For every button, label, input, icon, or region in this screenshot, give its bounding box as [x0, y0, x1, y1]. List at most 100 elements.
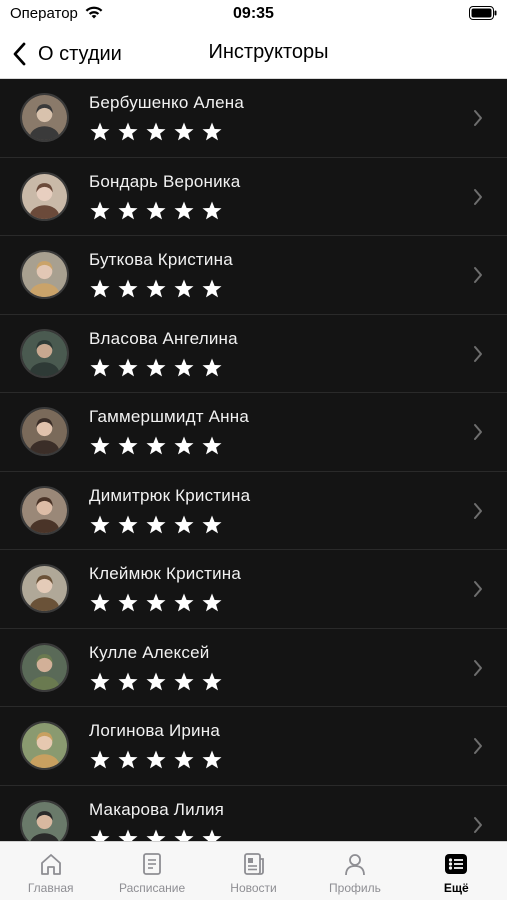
- instructor-row[interactable]: Клеймюк Кристина: [0, 550, 507, 629]
- star-filled-icon: [174, 515, 194, 533]
- star-filled-icon: [202, 122, 222, 141]
- star-filled-icon: [90, 672, 110, 690]
- instructor-row[interactable]: Логинова Ирина: [0, 707, 507, 786]
- star-filled-icon: [146, 593, 166, 612]
- avatar: [20, 250, 69, 299]
- rating-stars: [89, 592, 223, 614]
- rating-stars: [89, 514, 223, 536]
- star-filled-icon: [202, 515, 222, 533]
- star-filled-icon: [90, 829, 110, 841]
- tab-label: Новости: [230, 881, 277, 895]
- star-filled-icon: [90, 122, 110, 141]
- star-filled-icon: [118, 358, 138, 376]
- home-icon: [40, 854, 61, 875]
- tab-label: Главная: [27, 881, 74, 895]
- star-filled-icon: [118, 750, 138, 769]
- star-filled-icon: [202, 829, 222, 841]
- star-filled-icon: [118, 515, 138, 533]
- star-filled-icon: [146, 515, 166, 533]
- star-filled-icon: [146, 358, 166, 376]
- tab-schedule[interactable]: Расписание: [101, 842, 202, 900]
- instructor-row[interactable]: Бондарь Вероника: [0, 158, 507, 236]
- star-filled-icon: [90, 515, 110, 533]
- star-filled-icon: [174, 750, 194, 769]
- instructor-name: Клеймюк Кристина: [89, 564, 242, 583]
- star-filled-icon: [202, 358, 222, 376]
- avatar: [20, 328, 69, 378]
- avatar: [20, 564, 69, 613]
- instructor-name: Бондарь Вероника: [89, 171, 241, 191]
- instructor-name: Буткова Кристина: [89, 250, 233, 269]
- star-filled-icon: [174, 279, 194, 298]
- nav-title-wrap: Инструкторы: [0, 41, 507, 64]
- tab-news[interactable]: Новости: [203, 842, 304, 900]
- star-filled-icon: [146, 122, 166, 141]
- avatar: [20, 485, 69, 535]
- star-filled-icon: [146, 829, 166, 841]
- rating-stars: [89, 749, 223, 771]
- star-filled-icon: [174, 829, 194, 841]
- chevron-right-icon: [474, 110, 482, 126]
- instructor-row[interactable]: Буткова Кристина: [0, 236, 507, 315]
- page-title: Инструкторы: [208, 41, 329, 63]
- star-filled-icon: [146, 672, 166, 690]
- star-filled-icon: [90, 593, 110, 612]
- star-filled-icon: [202, 672, 222, 690]
- instructor-row[interactable]: Гаммершмидт Анна: [0, 393, 507, 472]
- chevron-right-icon: [474, 659, 482, 676]
- star-filled-icon: [202, 593, 222, 612]
- avatar: [20, 799, 69, 841]
- profile-icon: [345, 854, 365, 876]
- star-filled-icon: [146, 750, 166, 769]
- chevron-right-icon: [474, 816, 482, 833]
- instructor-name: Бербушенко Алена: [89, 93, 244, 112]
- star-filled-icon: [118, 672, 138, 690]
- tab-label: Профиль: [329, 881, 381, 895]
- tab-profile[interactable]: Профиль: [304, 842, 405, 900]
- star-filled-icon: [174, 672, 194, 690]
- navigation-bar: О студии Инструкторы: [0, 30, 507, 79]
- tab-more-list[interactable]: Ещё: [406, 842, 507, 900]
- instructor-name: Гаммершмидт Анна: [89, 407, 250, 426]
- star-filled-icon: [202, 201, 222, 219]
- star-filled-icon: [174, 436, 194, 455]
- instructor-row[interactable]: Макарова Лилия: [0, 786, 507, 841]
- star-filled-icon: [202, 750, 222, 769]
- chevron-right-icon: [474, 581, 482, 597]
- star-filled-icon: [90, 201, 110, 219]
- chevron-right-icon: [474, 502, 482, 519]
- star-filled-icon: [118, 201, 138, 219]
- avatar: [20, 93, 69, 142]
- tab-bar: Главная Расписание Новости Профиль Ещё: [0, 841, 507, 900]
- tab-label: Расписание: [119, 881, 186, 895]
- instructor-row[interactable]: Димитрюк Кристина: [0, 472, 507, 550]
- rating-stars: [89, 671, 223, 693]
- instructor-row[interactable]: Кулле Алексей: [0, 629, 507, 707]
- star-filled-icon: [118, 829, 138, 841]
- star-filled-icon: [174, 201, 194, 219]
- tab-label: Ещё: [443, 881, 469, 895]
- star-filled-icon: [174, 358, 194, 376]
- rating-stars: [89, 828, 223, 841]
- status-time: 09:35: [233, 5, 274, 22]
- rating-stars: [89, 121, 223, 143]
- rating-stars: [89, 200, 223, 222]
- chevron-right-icon: [474, 188, 482, 205]
- star-filled-icon: [118, 436, 138, 455]
- status-bar: Оператор 09:35: [0, 0, 507, 30]
- tab-home[interactable]: Главная: [0, 842, 101, 900]
- star-filled-icon: [202, 436, 222, 455]
- star-filled-icon: [118, 279, 138, 298]
- rating-stars: [89, 357, 223, 379]
- chevron-right-icon: [474, 267, 482, 283]
- star-filled-icon: [202, 279, 222, 298]
- instructor-row[interactable]: Бербушенко Алена: [0, 79, 507, 158]
- avatar: [20, 407, 69, 456]
- instructor-row[interactable]: Власова Ангелина: [0, 315, 507, 393]
- avatar: [20, 171, 69, 221]
- more-list-icon: [445, 854, 468, 874]
- avatar: [20, 642, 69, 692]
- instructor-list[interactable]: Бербушенко Алена Бондарь Вероника Буткова …: [0, 79, 507, 841]
- star-filled-icon: [90, 358, 110, 376]
- star-filled-icon: [90, 436, 110, 455]
